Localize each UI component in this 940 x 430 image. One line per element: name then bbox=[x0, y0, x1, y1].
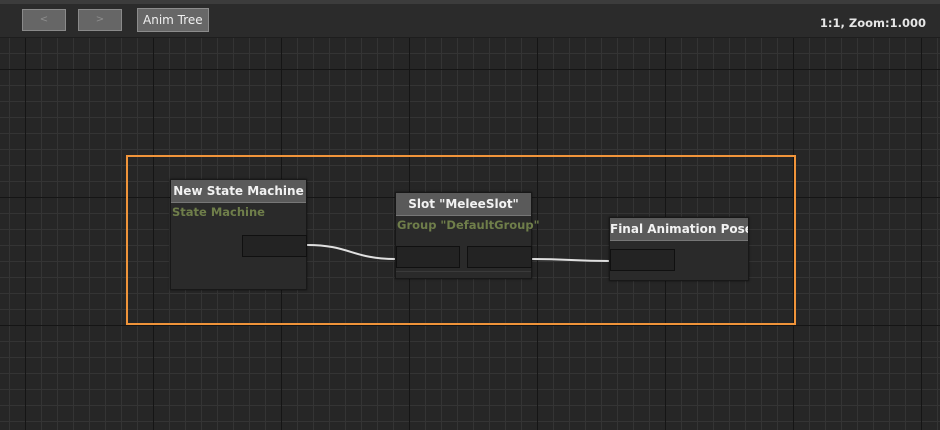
input-source-pin[interactable] bbox=[396, 246, 460, 268]
forward-arrow-icon: > bbox=[95, 14, 105, 25]
input-result-pin[interactable] bbox=[610, 249, 675, 271]
node-footer-divider bbox=[396, 271, 531, 272]
zoom-level: 1:1, Zoom:1.000 bbox=[819, 16, 926, 30]
node-title: Slot "MeleeSlot" bbox=[396, 193, 531, 216]
node-slot[interactable]: Slot "MeleeSlot" Group "DefaultGroup" bbox=[395, 192, 540, 279]
back-arrow-icon: < bbox=[39, 14, 49, 25]
output-pose-pin[interactable] bbox=[242, 235, 307, 257]
back-button[interactable]: < bbox=[22, 9, 66, 31]
node-subtitle: State Machine bbox=[172, 205, 265, 219]
node-state-machine[interactable]: New State Machine State Machine bbox=[170, 179, 307, 290]
node-title: New State Machine bbox=[171, 180, 306, 203]
graph-toolbar: < > Anim Tree 1:1, Zoom:1.000 bbox=[0, 0, 940, 38]
forward-button[interactable]: > bbox=[78, 9, 122, 31]
node-final-animation-pose[interactable]: Final Animation Pose bbox=[609, 217, 749, 281]
breadcrumb-anim-tree[interactable]: Anim Tree bbox=[137, 8, 209, 32]
anim-graph-editor: < > Anim Tree 1:1, Zoom:1.000 New State … bbox=[0, 0, 940, 430]
node-title: Final Animation Pose bbox=[610, 218, 748, 241]
node-subtitle: Group "DefaultGroup" bbox=[397, 218, 540, 232]
output-pose-pin[interactable] bbox=[467, 246, 532, 268]
